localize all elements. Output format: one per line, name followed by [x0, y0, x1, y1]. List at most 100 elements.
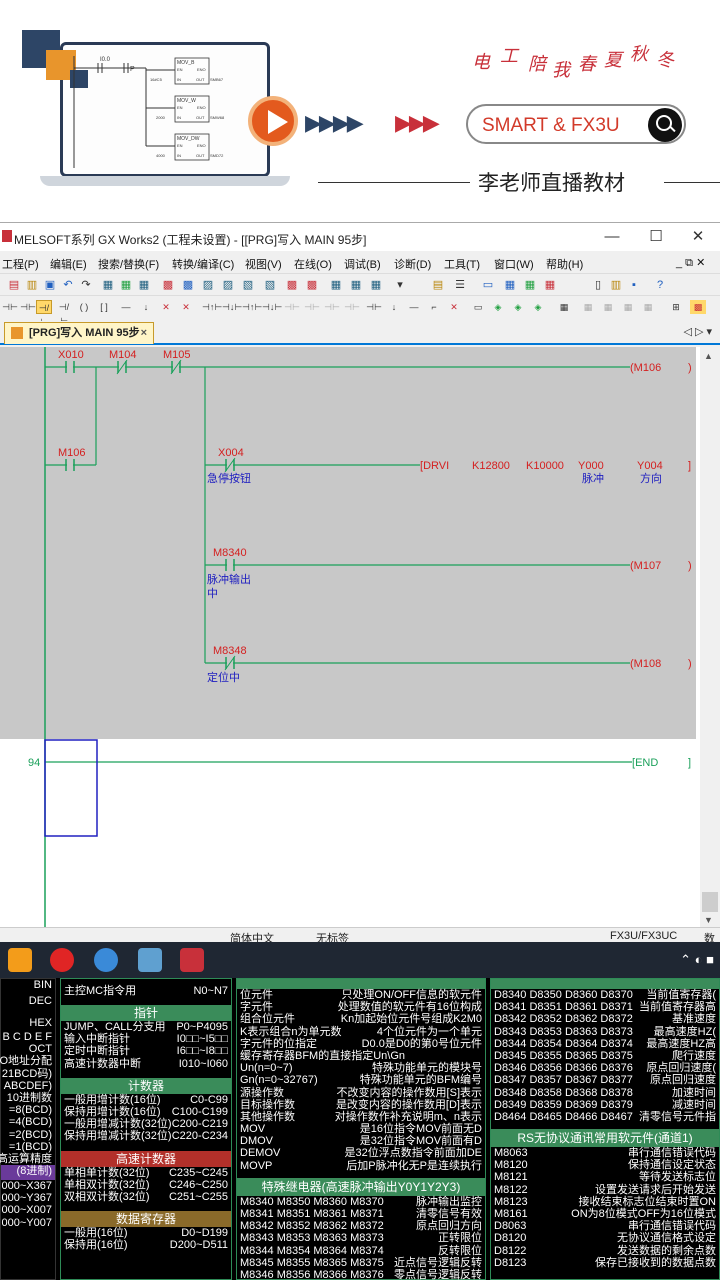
closed-contact-f6-icon[interactable]: ⊣/⊢	[36, 300, 52, 327]
doc-icon[interactable]: ▯	[590, 278, 606, 292]
menu-edit[interactable]: 编辑(E)	[50, 256, 87, 272]
usage-icon[interactable]: ▦	[522, 278, 538, 292]
selected-block-bg	[0, 347, 696, 739]
delete-vline-icon[interactable]: ✕	[178, 300, 194, 314]
window-icon[interactable]: ▭	[480, 278, 496, 292]
menu-help[interactable]: 帮助(H)	[546, 256, 583, 272]
invert-icon[interactable]: ⊣⊢	[366, 300, 382, 314]
st-icon[interactable]: ▦	[368, 278, 384, 292]
device-comment-icon[interactable]: ◈	[530, 300, 546, 314]
coil-f7-icon[interactable]: ( )	[76, 300, 92, 314]
rising-contact-icon[interactable]: ⊣↑⊢	[202, 300, 222, 314]
system-tray[interactable]: ⌃ ◐ ■	[680, 952, 714, 968]
instr-f8-icon[interactable]: [ ]	[96, 300, 112, 314]
folder-icon[interactable]: ▥	[608, 278, 624, 292]
camera-app-icon[interactable]	[94, 948, 118, 972]
save-icon[interactable]: ▪	[626, 278, 642, 292]
cross-ref-icon[interactable]: ▦	[502, 278, 518, 292]
hline-f9-icon[interactable]: —	[118, 300, 134, 314]
menu-diagnose[interactable]: 诊断(D)	[394, 256, 431, 272]
online-icon[interactable]: ▩	[284, 278, 300, 292]
op-result-icon[interactable]: ↓	[386, 300, 402, 314]
pulse-branch-icon[interactable]: ⊣⊢	[304, 300, 320, 314]
sim-icon[interactable]: ▩	[304, 278, 320, 292]
read-plc-icon[interactable]: ▦	[100, 278, 116, 292]
menu-convert[interactable]: 转换/编译(C)	[172, 256, 234, 272]
ladder-icon[interactable]: ▦	[328, 278, 344, 292]
tab-prg-main[interactable]: [PRG]写入 MAIN 95步 ×	[4, 322, 154, 344]
dropdown-icon[interactable]: ▾	[392, 278, 408, 292]
new-icon[interactable]: ▤	[6, 278, 22, 292]
pulse-contact-icon[interactable]: ⊣⊢	[284, 300, 300, 314]
menu-project[interactable]: 工程(P)	[2, 256, 39, 272]
redo-icon[interactable]: ↷	[78, 278, 94, 292]
delete-hline-icon[interactable]: ✕	[158, 300, 174, 314]
monitor-icon[interactable]: ▩	[160, 278, 176, 292]
monitor-mode-icon[interactable]: ▩	[690, 300, 706, 314]
falling-branch-icon[interactable]: ⊣↓⊢	[262, 300, 282, 314]
label-icon[interactable]: ▤	[430, 278, 446, 292]
closed-branch-sf6-icon[interactable]: ⊣/⊢	[56, 300, 72, 326]
open-icon[interactable]: ▥	[24, 278, 40, 292]
compile-all-icon[interactable]: ▨	[220, 278, 236, 292]
tab-close-icon[interactable]: ×	[141, 323, 147, 343]
note-icon[interactable]: ◈	[510, 300, 526, 314]
line-draw-icon[interactable]: —	[406, 300, 422, 314]
menu-search[interactable]: 搜索/替换(F)	[98, 256, 159, 272]
find-icon[interactable]: ▧	[262, 278, 278, 292]
copy-icon[interactable]: ▣	[42, 278, 58, 292]
vline-sf9-icon[interactable]: ↓	[138, 300, 154, 314]
menu-debug[interactable]: 调试(B)	[344, 256, 381, 272]
gx-works-taskbar-icon[interactable]	[180, 948, 204, 972]
list-icon[interactable]: ☰	[452, 278, 468, 292]
sfc-icon[interactable]: ▦	[348, 278, 364, 292]
rising-branch-icon[interactable]: ⊣↑⊢	[242, 300, 262, 314]
open-branch-sf5-icon[interactable]: ⊣⊢	[20, 300, 36, 314]
monitor-stop-icon[interactable]: ▩	[180, 278, 196, 292]
svg-text:]: ]	[688, 460, 691, 472]
mini-block-1: MOV_B EN ENO 16#C5 IN OUT SMB67	[146, 57, 224, 85]
statement-icon[interactable]: ◈	[490, 300, 506, 314]
svg-text:ENO: ENO	[197, 67, 206, 72]
write-plc-icon[interactable]: ▦	[118, 278, 134, 292]
window-title: MELSOFT系列 GX Works2 (工程未设置) - [[PRG]写入 M…	[14, 233, 367, 247]
io-icon[interactable]: ▦	[542, 278, 558, 292]
svg-text:IN: IN	[177, 153, 181, 158]
pulse-nc-icon[interactable]: ⊣⊢	[324, 300, 340, 314]
comment-icon[interactable]: ▭	[470, 300, 486, 314]
svg-text:ENO: ENO	[197, 105, 206, 110]
search-box[interactable]: SMART & FX3U	[466, 104, 686, 144]
menu-window[interactable]: 窗口(W)	[494, 256, 534, 272]
maximize-button[interactable]: ☐	[636, 226, 676, 248]
device-icon[interactable]: ▧	[240, 278, 256, 292]
pulse-nc-branch-icon[interactable]: ⊣⊢	[344, 300, 360, 314]
falling-contact-icon[interactable]: ⊣↓⊢	[222, 300, 242, 314]
minimize-button[interactable]: —	[592, 226, 632, 248]
app-o-icon[interactable]	[50, 948, 74, 972]
compile-icon[interactable]: ▨	[200, 278, 216, 292]
program-icon	[11, 327, 23, 339]
photos-app-icon[interactable]	[138, 948, 162, 972]
svg-text:EN: EN	[177, 105, 183, 110]
search-icon[interactable]	[648, 108, 682, 142]
app-g-icon[interactable]	[8, 948, 32, 972]
close-button[interactable]: ✕	[678, 226, 718, 248]
grid-icon[interactable]: ⊞	[668, 300, 684, 314]
laptop-base	[40, 176, 290, 186]
menu-tools[interactable]: 工具(T)	[444, 256, 480, 272]
open-contact-f5-icon[interactable]: ⊣⊢	[2, 300, 18, 314]
play-icon[interactable]	[248, 96, 298, 146]
ladder-editor[interactable]: ▲ ▼ X010 M104 M105 (M106 ) M106 X004 急停按…	[0, 347, 720, 927]
line-delete-icon[interactable]: ✕	[446, 300, 462, 314]
undo-icon[interactable]: ↶	[60, 278, 76, 292]
mini-block-2: MOV_W EN ENO 2000 IN OUT SMW68	[146, 95, 225, 123]
search-text: SMART & FX3U	[482, 115, 620, 136]
zoom-icon[interactable]: ▦	[556, 300, 572, 314]
menu-online[interactable]: 在线(O)	[294, 256, 332, 272]
tab-nav-arrows[interactable]: ◁ ▷ ▾	[683, 325, 712, 338]
verify-icon[interactable]: ▦	[136, 278, 152, 292]
menu-view[interactable]: 视图(V)	[245, 256, 282, 272]
help-icon[interactable]: ?	[652, 278, 668, 292]
menu-restore-icon[interactable]: _ ⧉ ✕	[676, 256, 705, 270]
line-f10-icon[interactable]: ⌐	[426, 300, 442, 314]
